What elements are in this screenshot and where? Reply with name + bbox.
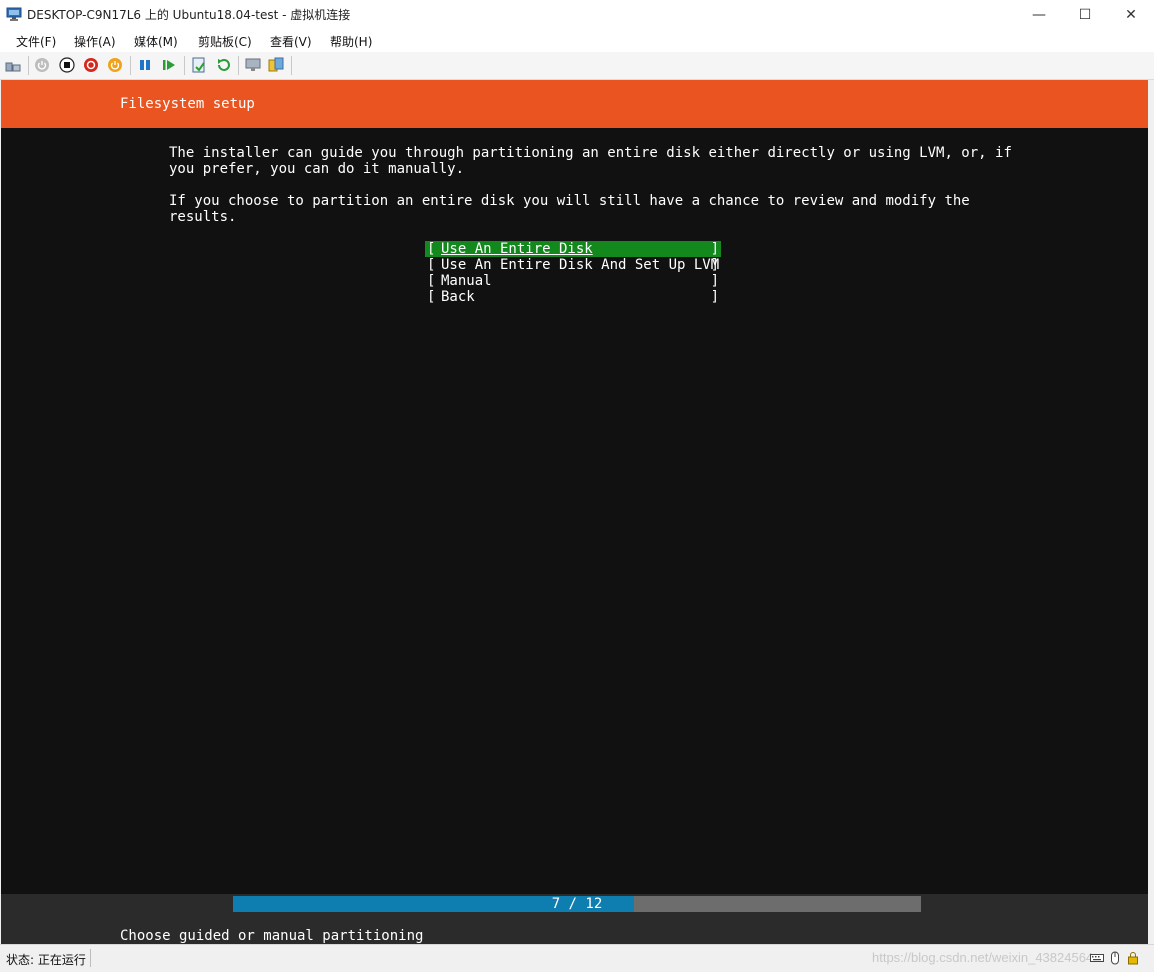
ctrl-alt-del-icon[interactable] <box>5 57 21 73</box>
menu-action[interactable]: 操作(A) <box>74 33 116 50</box>
toolbar <box>0 52 1154 80</box>
menu-bar: 文件(F) 操作(A) 媒体(M) 剪贴板(C) 查看(V) 帮助(H) <box>0 29 1154 52</box>
option-back[interactable]: [Back] <box>425 289 721 305</box>
checkpoint-icon[interactable] <box>191 57 207 73</box>
menu-help[interactable]: 帮助(H) <box>330 33 372 50</box>
window-titlebar: DESKTOP-C9N17L6 上的 Ubuntu18.04-test - 虚拟… <box>0 0 1154 30</box>
mouse-icon <box>1111 951 1119 965</box>
option-label: Use An Entire Disk <box>441 241 593 257</box>
enhanced-session-icon[interactable] <box>245 57 261 73</box>
start-icon[interactable] <box>34 57 50 73</box>
option-label: Manual <box>441 273 492 289</box>
status-bar: 状态: 正在运行 https://blog.csdn.net/weixin_43… <box>0 944 1154 972</box>
resume-icon[interactable] <box>161 57 177 73</box>
keyboard-icon <box>1090 954 1104 962</box>
lock-icon <box>1128 952 1138 965</box>
vm-state: 状态: 正在运行 <box>6 953 86 967</box>
installer-description: The installer can guide you through part… <box>169 145 1012 177</box>
pause-icon[interactable] <box>137 57 153 73</box>
menu-view[interactable]: 查看(V) <box>270 33 312 50</box>
option-label: Back <box>441 289 475 305</box>
progress-bar: 7 / 12 <box>233 896 921 912</box>
vm-screen[interactable]: Filesystem setup The installer can guide… <box>1 80 1148 944</box>
option-label: Use An Entire Disk And Set Up LVM <box>441 257 720 273</box>
turn-off-icon[interactable] <box>59 57 75 73</box>
minimize-icon: — <box>1032 6 1046 23</box>
window-title: DESKTOP-C9N17L6 上的 Ubuntu18.04-test - 虚拟… <box>27 8 351 22</box>
progress-text: 7 / 12 <box>551 896 603 912</box>
installer-title: Filesystem setup <box>120 96 255 112</box>
share-icon[interactable] <box>268 57 284 73</box>
vm-connection-icon <box>6 7 22 21</box>
watermark: https://blog.csdn.net/weixin_43824564 <box>872 950 1094 965</box>
shutdown-icon[interactable] <box>83 57 99 73</box>
installer-status-line: Choose guided or manual partitioning <box>120 928 424 944</box>
close-button[interactable]: ✕ <box>1108 0 1154 29</box>
option-use-entire-disk-lvm[interactable]: [Use An Entire Disk And Set Up LVM] <box>425 257 721 273</box>
revert-icon[interactable] <box>215 57 231 73</box>
option-use-entire-disk[interactable]: [Use An Entire Disk] <box>425 241 721 257</box>
maximize-button[interactable]: ☐ <box>1062 0 1108 29</box>
maximize-icon: ☐ <box>1078 6 1092 23</box>
menu-clipboard[interactable]: 剪贴板(C) <box>198 33 252 50</box>
installer-note: If you choose to partition an entire dis… <box>169 193 970 225</box>
menu-file[interactable]: 文件(F) <box>16 33 56 50</box>
minimize-button[interactable]: — <box>1016 0 1062 29</box>
menu-media[interactable]: 媒体(M) <box>134 33 178 50</box>
installer-footer: 7 / 12 Choose guided or manual partition… <box>1 894 1148 944</box>
save-icon[interactable] <box>107 57 123 73</box>
installer-header: Filesystem setup <box>1 80 1148 128</box>
close-icon: ✕ <box>1125 6 1137 23</box>
option-manual[interactable]: [Manual] <box>425 273 721 289</box>
